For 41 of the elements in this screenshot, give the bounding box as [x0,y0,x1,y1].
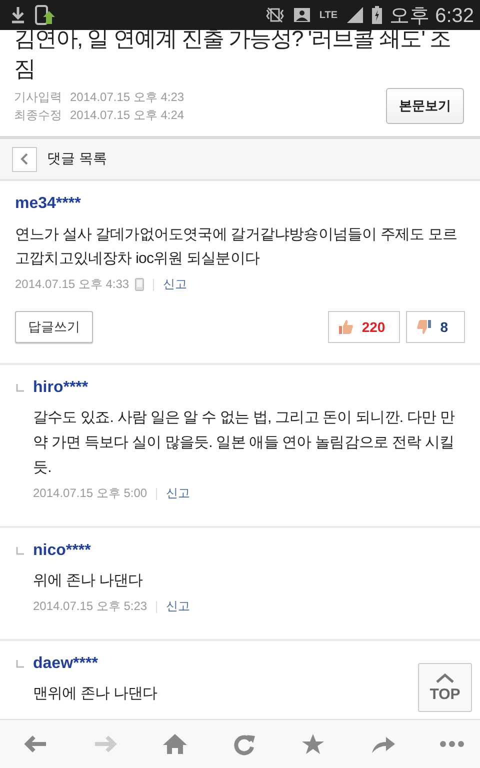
thumbs-up-icon [338,319,354,335]
report-link[interactable]: 신고 [163,276,188,293]
like-button[interactable]: 220 [328,311,400,343]
thumbs-down-button[interactable]: 8 [406,311,465,343]
username: nico**** [33,542,91,560]
username: daew**** [33,655,98,673]
username: me34**** [15,195,81,213]
meta-label: 최종수정 [14,107,62,124]
view-article-button[interactable]: 본문보기 [386,88,464,124]
username: hiro**** [33,379,88,397]
report-link[interactable]: 신고 [166,598,190,615]
chevron-up-icon [435,672,455,682]
meta-date: 2014.07.15 오후 4:23 [70,89,184,106]
vibrate-mute-icon [265,7,286,23]
thumbs-down-icon [416,319,432,335]
phone-upload-icon [34,4,56,26]
comment-date: 2014.07.15 오후 4:33 [15,276,130,293]
reply-button[interactable]: 답글쓰기 [15,311,93,343]
battery-icon [372,6,382,24]
comment-date: 2014.07.15 오후 5:00 [33,485,148,502]
signal-icon [346,6,364,24]
image-icon [293,7,312,23]
back-button[interactable] [12,146,37,172]
comment-text: 위에 존나 나댄다 [33,571,143,591]
reply-mark-icon [16,660,24,668]
more-icon [438,741,466,747]
reply-mark-icon [16,547,24,555]
comment-date: 2014.07.15 오후 5:23 [33,598,148,615]
comment-text: 맨위에 존나 나댄다 [33,684,158,704]
download-icon [10,6,26,24]
meta-label: 기사입력 [14,89,62,106]
chevron-left-icon [20,152,30,166]
comment-text: 연느가 설사 갈데가없어도엿국에 갈거같냐방숑이넘들이 주제도 모르고깝치고있네장차 ioc위원 되실분이다 [15,225,458,269]
comment-list-title: 댓글 목록 [47,150,107,168]
network-label: LTE [319,10,338,20]
comment-text: 갈수도 있죠. 사람 일은 알 수 없는 법, 그리고 돈이 되니깐. 다만 만약 가면 득보다 실이 많을듯. 일본 애들 연아 놀림감으로 전락 시킬듯. [33,408,456,478]
scroll-top-button[interactable]: TOP [418,663,472,712]
report-link[interactable]: 신고 [166,485,190,502]
reply-mark-icon [16,384,24,392]
meta-date: 2014.07.15 오후 4:24 [70,107,184,124]
house-icon [160,732,189,756]
